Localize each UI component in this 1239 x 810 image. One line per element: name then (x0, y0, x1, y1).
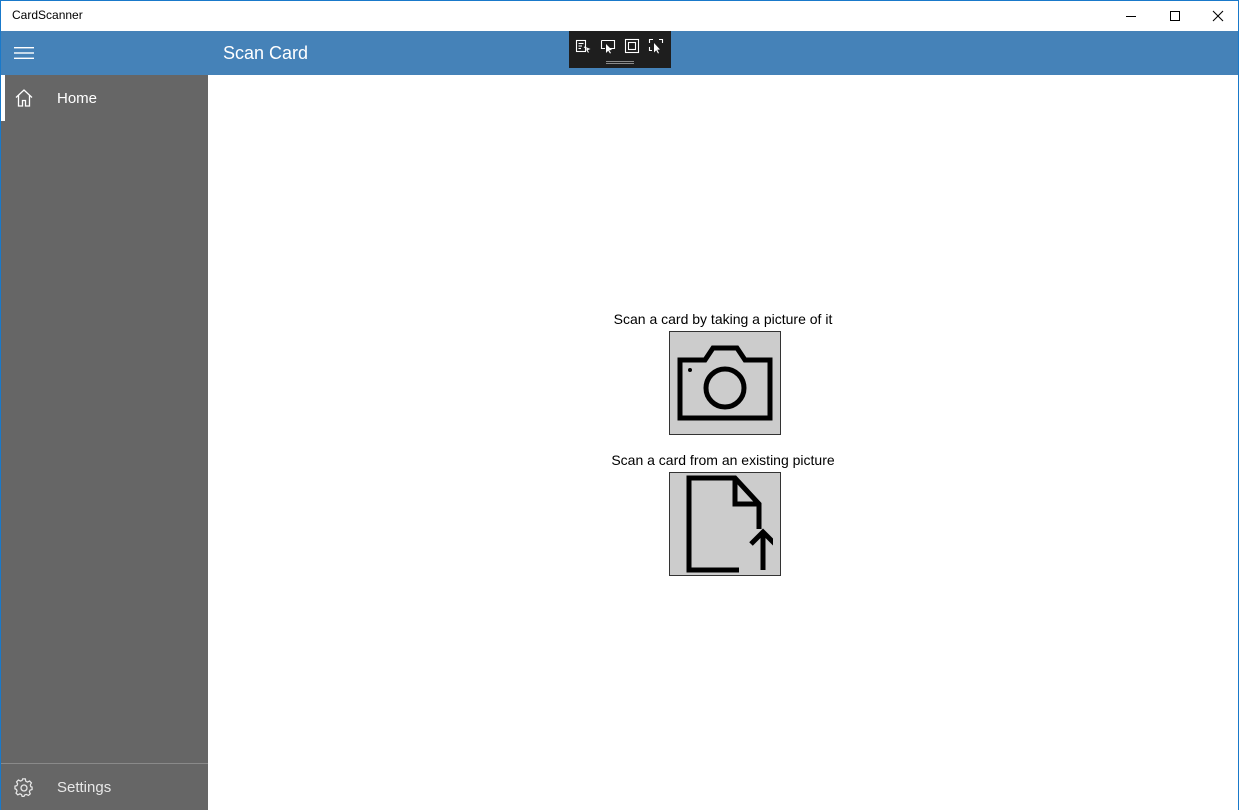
maximize-icon (1170, 11, 1180, 21)
live-visual-tree-button[interactable] (573, 37, 593, 55)
existing-picture-label: Scan a card from an existing picture (611, 452, 835, 468)
title-bar[interactable]: CardScanner (1, 1, 1238, 31)
select-element-icon (600, 39, 616, 54)
minimize-button[interactable] (1108, 1, 1154, 31)
display-layout-adorners-button[interactable] (622, 37, 642, 55)
debug-toolbar (569, 31, 671, 68)
page-title: Scan Card (223, 43, 309, 63)
navigation-pane: Home Settings (1, 75, 208, 810)
select-element-button[interactable] (598, 37, 618, 55)
home-icon (13, 87, 35, 109)
close-icon (1212, 10, 1224, 22)
selection-indicator (1, 75, 5, 121)
hamburger-icon (14, 47, 34, 59)
file-upload-icon (686, 475, 773, 573)
close-button[interactable] (1195, 1, 1239, 31)
sidebar-item-home[interactable]: Home (1, 75, 208, 121)
minimize-icon (1126, 16, 1136, 17)
live-visual-tree-icon (575, 39, 591, 53)
toolbar-grip[interactable] (606, 61, 634, 64)
gear-icon (13, 777, 35, 799)
sidebar-item-settings[interactable]: Settings (1, 765, 208, 810)
display-layout-adorners-icon (624, 38, 640, 54)
take-picture-label: Scan a card by taking a picture of it (613, 311, 833, 327)
track-focus-icon (648, 38, 664, 54)
hamburger-menu-button[interactable] (1, 31, 47, 75)
sidebar-divider (1, 763, 208, 764)
maximize-button[interactable] (1152, 1, 1198, 31)
app-window: CardScanner Scan Card Home Settings Scan… (0, 0, 1239, 810)
existing-picture-button[interactable] (669, 472, 781, 576)
app-title: CardScanner (12, 8, 83, 22)
sidebar-item-label: Settings (57, 779, 112, 796)
camera-icon (677, 345, 773, 421)
sidebar-item-label: Home (57, 89, 98, 107)
main-content: Scan a card by taking a picture of it Sc… (208, 75, 1238, 810)
take-picture-button[interactable] (669, 331, 781, 435)
track-focus-button[interactable] (646, 37, 666, 55)
